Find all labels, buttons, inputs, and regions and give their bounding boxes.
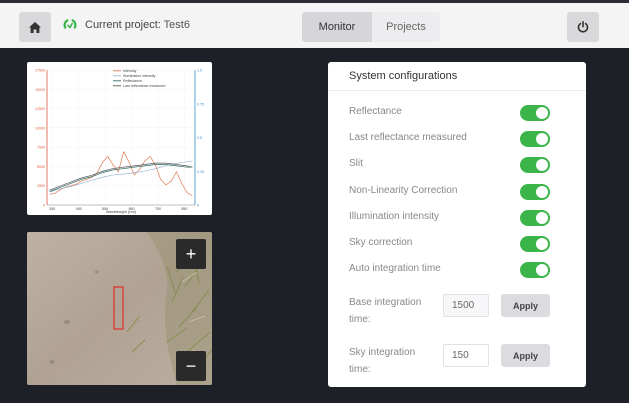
toggle-row-illumination: Illumination intensity: [349, 210, 569, 226]
toggle-label: Slit: [349, 158, 363, 169]
spectrum-chart: 17500 15000 12500 10000 7500 5000 2500 0 1.0 0.75…: [27, 62, 212, 215]
base-integration-input[interactable]: 1500: [443, 294, 489, 317]
y-left-tick-label: 7500: [37, 146, 45, 150]
slit-toggle[interactable]: [520, 157, 550, 173]
last-reflectance-toggle[interactable]: [520, 131, 550, 147]
zoom-in-button[interactable]: +: [176, 239, 206, 269]
legend-label: Illumination intensity: [123, 74, 156, 78]
legend-label: Intensity: [123, 69, 137, 73]
sky-integration-input[interactable]: 150: [443, 344, 489, 367]
toggle-row-sky-correction: Sky correction: [349, 236, 569, 252]
y-right-tick-label: 1.0: [197, 69, 202, 73]
series-line-illumination-intensity: [49, 160, 193, 193]
reflectance-toggle[interactable]: [520, 105, 550, 121]
toggle-row-reflectance: Reflectance: [349, 105, 569, 121]
y-left-tick-label: 2500: [37, 184, 45, 188]
toggle-label: Reflectance: [349, 106, 402, 117]
zoom-out-button[interactable]: −: [176, 351, 206, 381]
illumination-intensity-toggle[interactable]: [520, 210, 550, 226]
current-project-label: Current project: Test6: [85, 19, 190, 31]
x-tick-label: 450: [76, 207, 82, 211]
y-left-tick-label: 10000: [35, 126, 45, 130]
x-axis-label: Wavelength (nm): [106, 209, 137, 214]
toggle-label: Non-Linearity Correction: [349, 185, 458, 196]
panel-title: System configurations: [349, 70, 458, 82]
y-left-tick-label: 15000: [35, 88, 45, 92]
base-integration-apply-button[interactable]: Apply: [501, 294, 550, 317]
toggle-row-auto-integration: Auto integration time: [349, 262, 569, 278]
y-right-tick-label: 0.75: [197, 102, 204, 106]
x-tick-label: 850: [181, 207, 187, 211]
panel-divider: [328, 90, 586, 91]
toggle-row-last-reflectance: Last reflectance measured: [349, 131, 569, 147]
sky-integration-label: Sky integration time:: [349, 347, 416, 375]
y-right-tick-label: 0.25: [197, 170, 204, 174]
y-left-tick-label: 12500: [35, 107, 45, 111]
home-icon: [29, 21, 41, 33]
non-linearity-toggle[interactable]: [520, 184, 550, 200]
spectrum-chart-svg: 1750015000125001000075005000250001.00.75…: [35, 69, 204, 215]
power-button[interactable]: [567, 12, 599, 42]
tab-projects[interactable]: Projects: [372, 12, 440, 42]
toggle-label: Auto integration time: [349, 263, 441, 274]
toggle-label: Sky correction: [349, 237, 413, 248]
top-bar: Current project: Test6 Monitor Projects: [0, 0, 629, 48]
y-left-tick-label: 0: [43, 204, 45, 208]
y-left-tick-label: 17500: [35, 69, 45, 73]
sky-integration-apply-button[interactable]: Apply: [501, 344, 550, 367]
tab-monitor[interactable]: Monitor: [302, 12, 372, 42]
series-line-intensity: [49, 150, 193, 197]
toggle-row-non-linearity: Non-Linearity Correction: [349, 184, 569, 200]
project-status-icon: [63, 19, 77, 29]
toggle-label: Last reflectance measured: [349, 132, 467, 143]
x-tick-label: 750: [155, 207, 161, 211]
system-configurations-panel: System configurations Reflectance Last r…: [328, 62, 586, 387]
y-right-tick-label: 0.5: [197, 136, 202, 140]
series-line-reflectance: [49, 164, 193, 192]
x-tick-label: 350: [49, 207, 55, 211]
power-icon: [577, 21, 589, 33]
home-button[interactable]: [19, 12, 51, 42]
current-project-name: Test6: [163, 19, 190, 31]
legend-label: Reflectance: [123, 79, 142, 83]
auto-integration-toggle[interactable]: [520, 262, 550, 278]
base-integration-label: Base integration time:: [349, 297, 422, 325]
current-project-prefix: Current project:: [85, 19, 161, 31]
toggle-label: Illumination intensity: [349, 211, 440, 222]
y-left-tick-label: 5000: [37, 165, 45, 169]
y-right-tick-label: 0: [197, 204, 199, 208]
toggle-row-slit: Slit: [349, 157, 569, 173]
sky-correction-toggle[interactable]: [520, 236, 550, 252]
legend-label: Last reflectance measured: [123, 84, 165, 88]
